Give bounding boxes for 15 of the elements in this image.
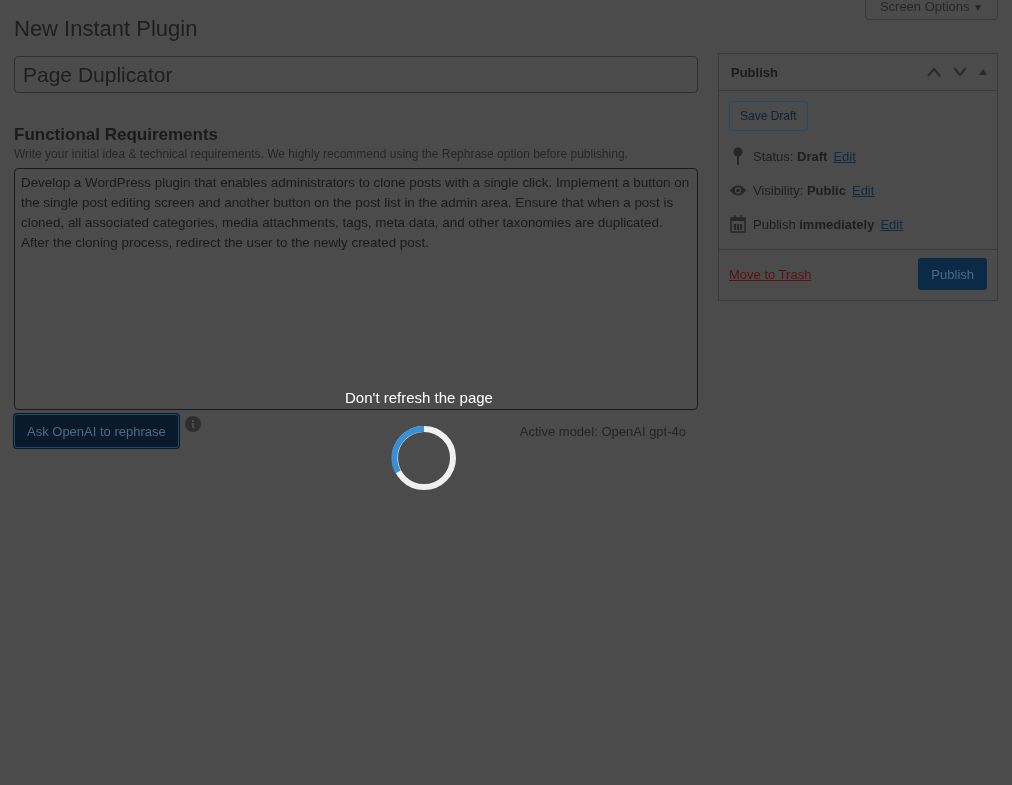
move-down-icon[interactable] xyxy=(953,67,967,77)
edit-link[interactable]: Edit xyxy=(833,148,856,164)
edit-link[interactable]: Edit xyxy=(880,216,903,232)
rephrase-button[interactable]: Ask OpenAI to rephrase xyxy=(14,414,179,448)
edit-link[interactable]: Edit xyxy=(851,182,875,198)
calendar-icon xyxy=(729,215,747,233)
move-to-trash-link[interactable]: Move to Trash xyxy=(729,266,812,282)
info-icon[interactable] xyxy=(184,416,201,432)
collapse-icon[interactable] xyxy=(979,69,987,75)
eye-icon xyxy=(729,183,747,197)
save-draft-button[interactable]: Save Draft xyxy=(729,101,808,131)
move-up-icon[interactable] xyxy=(927,67,941,77)
loading-spinner-icon xyxy=(390,424,458,492)
publish-button[interactable]: Publish xyxy=(918,258,987,290)
loading-message: Don't refresh the page xyxy=(345,389,493,406)
